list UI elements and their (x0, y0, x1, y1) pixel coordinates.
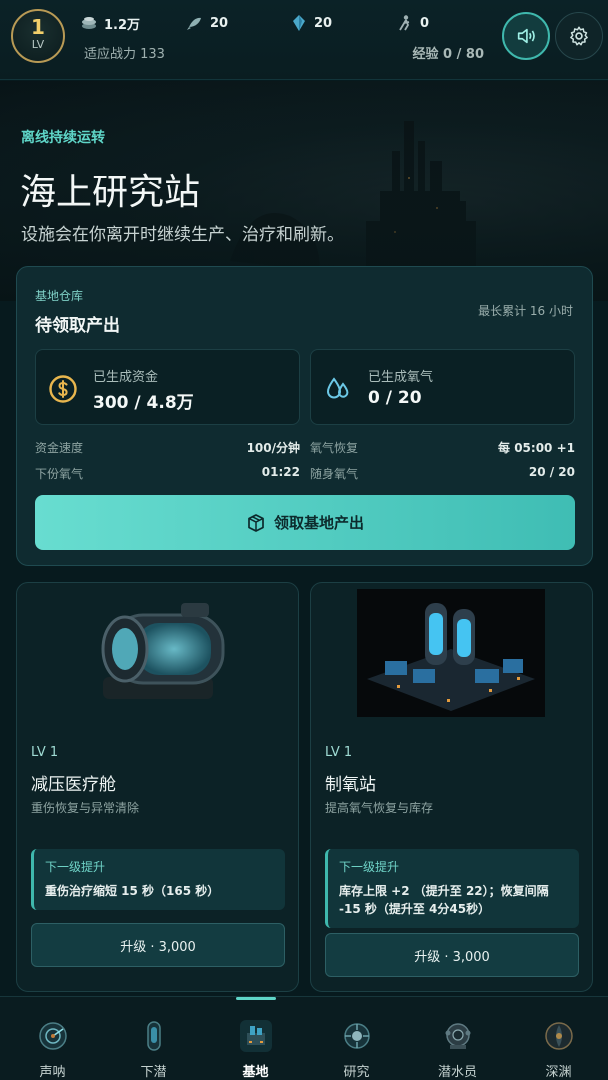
nav-tab-label: 深渊 (545, 1065, 572, 1080)
stat-funds-speed-value: 100/分钟 (246, 441, 300, 455)
nav-tab-label: 潜水员 (437, 1065, 477, 1080)
research-icon (344, 1023, 370, 1049)
generated-funds-label: 已生成资金 (93, 370, 159, 385)
next-level-title: 下一级提升 (45, 860, 106, 874)
stat-next-oxygen-label: 下份氧气 (35, 467, 84, 481)
diver-icon (399, 15, 410, 31)
upgrade-button[interactable]: 升级 · 3,000 (325, 933, 579, 977)
resource-fish: 20 (186, 14, 228, 32)
combat-power-text: 适应战力 133 (84, 47, 165, 62)
page-title: 海上研究站 (20, 172, 201, 213)
resource-crystal: 20 (290, 14, 332, 32)
next-level-title: 下一级提升 (339, 860, 400, 874)
resource-coins: 1.2万 (80, 14, 141, 33)
next-level-bonus: 下一级提升 库存上限 +2 （提升至 22）；恢复间隔 -15 秒（提升至 4分… (325, 849, 579, 928)
generated-oxygen-value: 0 / 20 (368, 388, 422, 408)
stat-funds-speed: 资金速度 100/分钟 (35, 439, 300, 456)
facility-level: LV 1 (325, 745, 353, 760)
stat-oxygen-recovery-value: 每 05:00 +1 (498, 441, 575, 455)
nav-tab-label: 研究 (343, 1065, 370, 1080)
stat-next-oxygen-value: 01:22 (261, 465, 300, 479)
nav-tab-label: 下潜 (140, 1065, 167, 1080)
medical-pod-image (101, 603, 225, 699)
water-drop-icon (326, 377, 349, 399)
gear-icon (570, 26, 588, 46)
nav-tab-label: 基地 (242, 1065, 269, 1080)
nav-tab-base[interactable]: 基地 (205, 997, 306, 1080)
crystal-icon (293, 15, 305, 31)
stat-oxygen-recovery-label: 氧气恢复 (310, 441, 359, 455)
nav-tab-dive[interactable]: 下潜 (103, 997, 204, 1080)
facility-level: LV 1 (31, 745, 59, 760)
facility-card-medical-pod[interactable]: LV 1 减压医疗舱 重伤恢复与异常清除 下一级提升 重伤治疗缩短 15 秒（1… (16, 582, 299, 992)
box-icon (248, 513, 264, 532)
resource-divers-value: 0 (420, 15, 430, 31)
claim-output-button[interactable]: 领取基地产出 (35, 495, 575, 550)
dollar-coin-icon (49, 375, 77, 403)
next-level-bonus: 下一级提升 重伤治疗缩短 15 秒（165 秒） (31, 849, 285, 910)
next-level-body: 重伤治疗缩短 15 秒（165 秒） (45, 884, 220, 898)
fish-icon (187, 17, 201, 30)
facility-description: 重伤恢复与异常清除 (31, 801, 140, 815)
submarine-icon (147, 1021, 161, 1051)
facility-card-oxygen-station[interactable]: LV 1 制氧站 提高氧气恢复与库存 下一级提升 库存上限 +2 （提升至 22… (310, 582, 593, 992)
claim-output-label: 领取基地产出 (273, 514, 364, 532)
resource-coins-value: 1.2万 (104, 17, 141, 33)
hero-description: 设施会在你离开时继续生产、治疗和刷新。 (21, 225, 344, 245)
facility-name: 制氧站 (325, 775, 376, 795)
player-level-label: LV (31, 38, 45, 51)
stat-funds-speed-label: 资金速度 (35, 441, 84, 455)
sonar-icon (39, 1022, 67, 1050)
next-level-body: 库存上限 +2 （提升至 22）；恢复间隔 -15 秒（提升至 4分45秒） (339, 884, 549, 916)
settings-button[interactable] (555, 12, 603, 60)
oxygen-station-image (357, 589, 545, 717)
stat-carried-oxygen-value: 20 / 20 (528, 465, 575, 479)
diver-helmet-icon (445, 1023, 471, 1049)
warehouse-eyebrow: 基地仓库 (35, 289, 84, 303)
player-level-badge[interactable]: 1 LV (11, 9, 65, 63)
nav-tab-abyss[interactable]: 深渊 (508, 997, 608, 1080)
speaker-icon (517, 28, 535, 44)
upgrade-button[interactable]: 升级 · 3,000 (31, 923, 285, 967)
base-icon (240, 1020, 272, 1052)
generated-funds-box: 已生成资金 300 / 4.8万 (35, 349, 300, 425)
nav-tab-research[interactable]: 研究 (306, 997, 407, 1080)
abyss-icon (545, 1022, 573, 1050)
generated-oxygen-box: 已生成氧气 0 / 20 (310, 349, 575, 425)
stat-carried-oxygen-label: 随身氧气 (310, 467, 359, 481)
nav-tab-label: 声呐 (39, 1065, 66, 1080)
nav-tab-divers[interactable]: 潜水员 (407, 997, 508, 1080)
resource-crystal-value: 20 (314, 15, 333, 31)
player-level-number: 1 (31, 15, 45, 39)
stat-carried-oxygen: 随身氧气 20 / 20 (310, 465, 575, 482)
hero-eyebrow: 离线持续运转 (21, 130, 105, 146)
accumulation-limit-note: 最长累计 16 小时 (478, 304, 573, 318)
resource-divers: 0 (396, 14, 429, 32)
base-warehouse-card: 基地仓库 待领取产出 最长累计 16 小时 已生成资金 300 / 4.8万 已… (16, 266, 593, 566)
sound-toggle-button[interactable] (502, 12, 550, 60)
coin-stack-icon (82, 17, 96, 29)
facility-description: 提高氧气恢复与库存 (325, 801, 434, 815)
warehouse-title: 待领取产出 (35, 316, 120, 336)
facility-name: 减压医疗舱 (31, 775, 116, 795)
resource-fish-value: 20 (210, 15, 229, 31)
experience-text: 经验 0 / 80 (412, 47, 484, 62)
generated-funds-value: 300 / 4.8万 (93, 393, 194, 413)
stat-next-oxygen: 下份氧气 01:22 (35, 465, 300, 482)
nav-tab-sonar[interactable]: 声呐 (2, 997, 103, 1080)
generated-oxygen-label: 已生成氧气 (368, 370, 434, 385)
top-status-bar: 1 LV 1.2万 20 20 0 适应战力 133 经验 0 / 80 (0, 0, 608, 80)
stat-oxygen-recovery: 氧气恢复 每 05:00 +1 (310, 439, 575, 456)
bottom-navigation: 声呐 下潜 基地 研究 潜水员 深渊 (0, 996, 608, 1080)
